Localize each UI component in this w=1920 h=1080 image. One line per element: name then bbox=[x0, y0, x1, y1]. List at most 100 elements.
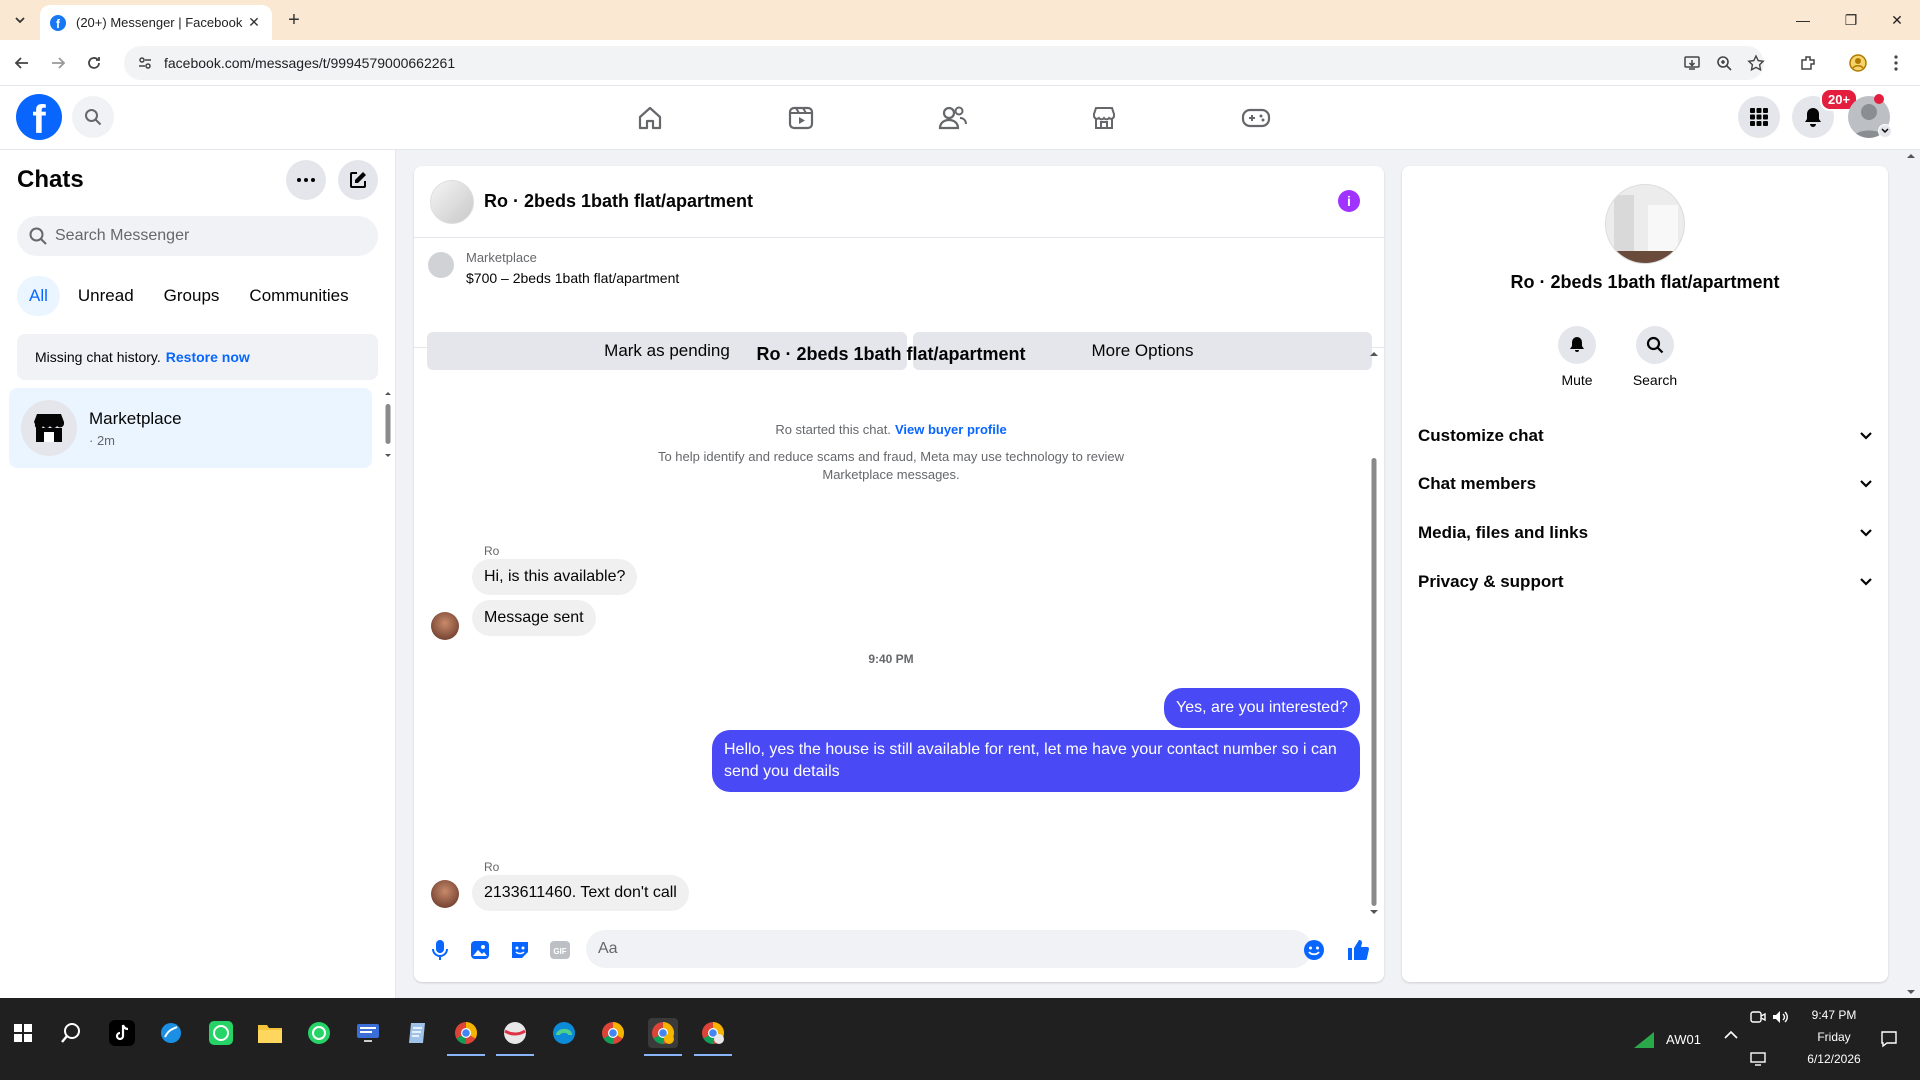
restore-icon[interactable]: ❐ bbox=[1828, 0, 1874, 40]
incoming-message[interactable]: 2133611460. Text don't call bbox=[472, 875, 689, 911]
taskbar-search-icon[interactable] bbox=[56, 1018, 86, 1048]
video-nav-icon[interactable] bbox=[785, 102, 817, 134]
clock-day[interactable]: Friday bbox=[1806, 1030, 1862, 1044]
app-icon-blue[interactable] bbox=[156, 1018, 186, 1048]
site-info-icon[interactable] bbox=[138, 56, 152, 70]
outgoing-message[interactable]: Yes, are you interested? bbox=[1164, 688, 1360, 728]
app-icon-sphere[interactable] bbox=[496, 1018, 534, 1056]
notice-text: Missing chat history. bbox=[35, 349, 161, 365]
notification-center-icon[interactable] bbox=[1880, 1030, 1898, 1048]
browser-menu-icon[interactable] bbox=[1886, 53, 1906, 73]
restore-now-link[interactable]: Restore now bbox=[166, 349, 250, 365]
chat-options-button[interactable] bbox=[286, 160, 326, 200]
emoji-icon[interactable] bbox=[1302, 938, 1326, 962]
view-buyer-profile-link[interactable]: View buyer profile bbox=[895, 422, 1007, 437]
new-message-button[interactable] bbox=[338, 160, 378, 200]
reload-icon[interactable] bbox=[82, 51, 106, 75]
network-name[interactable]: AW01 bbox=[1666, 1032, 1701, 1047]
chat-members-section[interactable]: Chat members bbox=[1418, 462, 1872, 506]
menu-grid-button[interactable] bbox=[1738, 96, 1780, 138]
filter-all[interactable]: All bbox=[17, 276, 60, 316]
chrome-profile-icon[interactable] bbox=[694, 1018, 732, 1056]
contact-avatar[interactable] bbox=[430, 179, 474, 224]
windows-start-icon[interactable] bbox=[8, 1018, 38, 1048]
chrome-icon[interactable] bbox=[598, 1018, 628, 1048]
listing-title[interactable]: $700 – 2beds 1bath flat/apartment bbox=[466, 270, 679, 286]
account-chevron-down-icon[interactable] bbox=[1878, 124, 1892, 138]
section-label: Chat members bbox=[1418, 474, 1537, 493]
app-icon-notes[interactable] bbox=[402, 1018, 432, 1048]
address-bar[interactable]: facebook.com/messages/t/9994579000662261 bbox=[124, 46, 1764, 80]
show-hidden-icons-chevron-icon[interactable] bbox=[1724, 1030, 1738, 1040]
gaming-nav-icon[interactable] bbox=[1240, 102, 1272, 134]
incoming-message[interactable]: Hi, is this available? bbox=[472, 559, 638, 595]
chat-list-item[interactable]: Marketplace · 2m bbox=[9, 388, 372, 468]
marketplace-nav-icon[interactable] bbox=[1088, 102, 1120, 134]
privacy-support-section[interactable]: Privacy & support bbox=[1418, 560, 1872, 604]
filter-communities[interactable]: Communities bbox=[237, 276, 360, 316]
meet-now-icon[interactable] bbox=[1750, 1010, 1766, 1024]
zoom-icon[interactable] bbox=[1714, 53, 1734, 73]
edge-icon[interactable] bbox=[549, 1018, 579, 1048]
filter-groups[interactable]: Groups bbox=[152, 276, 232, 316]
gif-icon[interactable]: GIF bbox=[548, 938, 572, 962]
sticker-icon[interactable] bbox=[508, 938, 532, 962]
extensions-icon[interactable] bbox=[1798, 53, 1818, 73]
clock-time[interactable]: 9:47 PM bbox=[1806, 1008, 1862, 1022]
customize-chat-section[interactable]: Customize chat bbox=[1418, 414, 1872, 458]
conversation-info-icon[interactable]: i bbox=[1338, 190, 1360, 212]
tab-search-dropdown-icon[interactable] bbox=[8, 8, 32, 32]
friends-nav-icon[interactable] bbox=[937, 102, 969, 134]
sender-avatar[interactable] bbox=[431, 880, 459, 908]
marketplace-store-icon bbox=[34, 414, 64, 442]
grid-icon bbox=[1750, 108, 1768, 126]
install-app-icon[interactable] bbox=[1682, 53, 1702, 73]
whatsapp-icon[interactable] bbox=[304, 1018, 334, 1048]
home-nav-icon[interactable] bbox=[634, 102, 666, 134]
search-messenger-input[interactable]: Search Messenger bbox=[17, 216, 378, 256]
sender-avatar[interactable] bbox=[431, 612, 459, 640]
thread-scrollbar[interactable] bbox=[1369, 348, 1379, 918]
attach-photo-icon[interactable] bbox=[468, 938, 492, 962]
listing-thumbnail[interactable] bbox=[428, 252, 454, 278]
page-scrollbar[interactable] bbox=[1906, 150, 1916, 998]
facebook-logo[interactable]: f bbox=[16, 94, 62, 140]
close-tab-icon[interactable]: ✕ bbox=[246, 14, 262, 31]
conversation-title[interactable]: Ro · 2beds 1bath flat/apartment bbox=[484, 191, 753, 212]
like-thumbs-up-icon[interactable] bbox=[1346, 938, 1370, 962]
sidebar-scrollbar[interactable] bbox=[384, 390, 392, 460]
signal-icon[interactable] bbox=[1632, 1030, 1656, 1050]
outgoing-message[interactable]: Hello, yes the house is still available … bbox=[712, 730, 1360, 792]
message-input[interactable]: Aa bbox=[586, 930, 1312, 968]
details-avatar[interactable] bbox=[1605, 184, 1685, 264]
app-icon-monitor[interactable] bbox=[353, 1018, 383, 1048]
section-label: Privacy & support bbox=[1418, 572, 1564, 591]
search-action[interactable]: Search bbox=[1620, 326, 1690, 388]
facebook-search-button[interactable] bbox=[72, 96, 114, 138]
scam-warning-text: To help identify and reduce scams and fr… bbox=[657, 449, 1125, 482]
whatsapp-business-icon[interactable] bbox=[206, 1018, 236, 1048]
profile-icon[interactable] bbox=[1848, 53, 1868, 73]
voice-clip-icon[interactable] bbox=[428, 938, 452, 962]
browser-tab[interactable]: f (20+) Messenger | Facebook ✕ bbox=[40, 5, 272, 40]
close-window-icon[interactable]: ✕ bbox=[1874, 0, 1920, 40]
incoming-message[interactable]: Message sent bbox=[472, 600, 596, 636]
back-icon[interactable] bbox=[10, 51, 34, 75]
facebook-favicon-icon: f bbox=[50, 14, 66, 31]
minimize-icon[interactable]: — bbox=[1780, 0, 1826, 40]
media-files-links-section[interactable]: Media, files and links bbox=[1418, 511, 1872, 555]
volume-icon[interactable] bbox=[1772, 1010, 1790, 1024]
clock-date[interactable]: 6/12/2026 bbox=[1800, 1052, 1868, 1066]
chats-title: Chats bbox=[17, 166, 84, 193]
forward-icon[interactable] bbox=[46, 51, 70, 75]
display-icon[interactable] bbox=[1750, 1052, 1766, 1066]
chrome-profile-icon-active[interactable] bbox=[644, 1018, 682, 1056]
tiktok-app-icon[interactable] bbox=[107, 1018, 137, 1048]
message-sender: Ro bbox=[484, 544, 500, 558]
file-explorer-icon[interactable] bbox=[255, 1018, 285, 1048]
filter-unread[interactable]: Unread bbox=[66, 276, 146, 316]
new-tab-icon[interactable]: + bbox=[282, 8, 306, 32]
mute-action[interactable]: Mute bbox=[1542, 326, 1612, 388]
chrome-icon[interactable] bbox=[447, 1018, 485, 1056]
bookmark-star-icon[interactable] bbox=[1746, 53, 1766, 73]
